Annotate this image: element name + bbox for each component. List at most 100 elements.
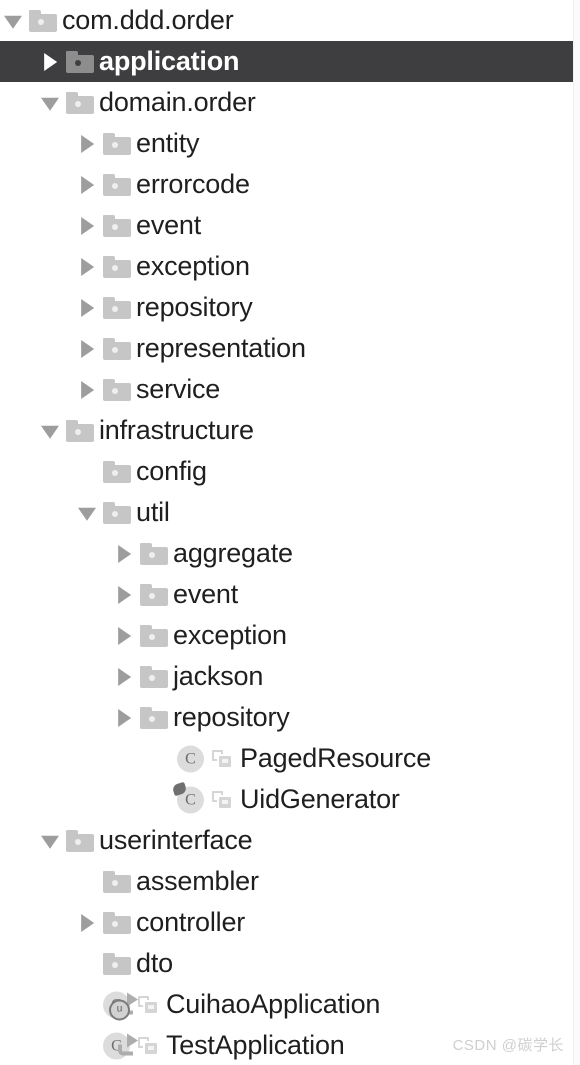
- package-private-marker-wrap: [134, 984, 164, 1025]
- toggle-triangle: [81, 339, 95, 358]
- chevron-down-icon[interactable]: [0, 0, 26, 41]
- chevron-right-icon[interactable]: [74, 164, 100, 205]
- folder-icon-wrap: [100, 902, 134, 943]
- tree-row[interactable]: assembler: [0, 861, 573, 902]
- chevron-down-icon[interactable]: [37, 410, 63, 451]
- tree-row[interactable]: Cu CuihaoApplication: [0, 984, 573, 1025]
- chevron-right-icon[interactable]: [37, 41, 63, 82]
- toggle-triangle: [81, 380, 95, 399]
- toggle-triangle: [4, 15, 22, 29]
- folder-icon: [103, 132, 131, 155]
- chevron-right-icon[interactable]: [111, 656, 137, 697]
- folder-icon-dot: [75, 428, 81, 435]
- tree-row[interactable]: repository: [0, 697, 573, 738]
- tree-row[interactable]: event: [0, 574, 573, 615]
- tree-row-label: UidGenerator: [240, 784, 400, 814]
- toggle-spacer: [74, 451, 100, 492]
- tree-row[interactable]: userinterface: [0, 820, 573, 861]
- folder-icon-wrap: [137, 533, 171, 574]
- tree-row-label: jackson: [173, 661, 264, 691]
- tree-row-label: userinterface: [99, 825, 253, 855]
- tree-row-label: errorcode: [136, 169, 250, 199]
- toggle-triangle: [81, 134, 95, 153]
- chevron-right-icon[interactable]: [111, 533, 137, 574]
- chevron-right-icon[interactable]: [111, 697, 137, 738]
- tree-row[interactable]: C PagedResource: [0, 738, 573, 779]
- project-tree-panel[interactable]: com.ddd.order application domain.order enti…: [0, 0, 580, 1065]
- package-private-marker-icon: [138, 995, 158, 1014]
- folder-icon-dot: [112, 879, 118, 886]
- tree-row[interactable]: repository: [0, 287, 573, 328]
- tree-row[interactable]: entity: [0, 123, 573, 164]
- folder-icon-dot: [112, 305, 118, 312]
- folder-icon-dot: [38, 18, 44, 25]
- folder-icon-wrap: [100, 246, 134, 287]
- toggle-triangle: [118, 626, 132, 645]
- tree-row-label: event: [136, 210, 202, 240]
- tree-row[interactable]: util: [0, 492, 573, 533]
- tree-row[interactable]: C UidGenerator: [0, 779, 573, 820]
- toggle-triangle: [81, 913, 95, 932]
- chevron-right-icon[interactable]: [74, 369, 100, 410]
- folder-icon: [140, 665, 168, 688]
- tree-row-label: config: [136, 456, 207, 486]
- chevron-right-icon[interactable]: [111, 574, 137, 615]
- tree-row[interactable]: infrastructure: [0, 410, 573, 451]
- tree-row-label: service: [136, 374, 221, 404]
- folder-icon: [103, 337, 131, 360]
- chevron-right-icon[interactable]: [111, 615, 137, 656]
- chevron-right-icon[interactable]: [74, 287, 100, 328]
- tree-row[interactable]: application: [0, 41, 573, 82]
- tree-row[interactable]: com.ddd.order: [0, 0, 573, 41]
- folder-icon-dot: [112, 346, 118, 353]
- chevron-down-icon[interactable]: [74, 492, 100, 533]
- tree-row-label: representation: [136, 333, 306, 363]
- tree-row[interactable]: event: [0, 205, 573, 246]
- chevron-right-icon[interactable]: [74, 123, 100, 164]
- folder-icon-wrap: [137, 656, 171, 697]
- java-class-abstract-icon: C: [171, 781, 204, 813]
- folder-icon: [66, 419, 94, 442]
- chevron-right-icon[interactable]: [74, 328, 100, 369]
- folder-icon: [140, 706, 168, 729]
- chevron-down-icon[interactable]: [37, 820, 63, 861]
- panel-right-edge: [573, 0, 580, 1065]
- folder-icon-wrap: [100, 861, 134, 902]
- tree-row[interactable]: jackson: [0, 656, 573, 697]
- tree-row-label: event: [173, 579, 239, 609]
- tree-row-label: domain.order: [99, 87, 256, 117]
- chevron-right-icon[interactable]: [74, 246, 100, 287]
- folder-icon: [140, 624, 168, 647]
- folder-icon: [103, 460, 131, 483]
- tree-row[interactable]: controller: [0, 902, 573, 943]
- folder-icon-dot: [149, 633, 155, 640]
- chevron-right-icon[interactable]: [74, 205, 100, 246]
- tree-row-label: infrastructure: [99, 415, 254, 445]
- tree-row[interactable]: exception: [0, 615, 573, 656]
- folder-icon-dot: [112, 961, 118, 968]
- folder-icon: [140, 583, 168, 606]
- folder-icon-dot: [112, 264, 118, 271]
- tree-row[interactable]: exception: [0, 246, 573, 287]
- tree-row[interactable]: config: [0, 451, 573, 492]
- chevron-down-icon[interactable]: [37, 82, 63, 123]
- tree-row[interactable]: representation: [0, 328, 573, 369]
- tree-row[interactable]: domain.order: [0, 82, 573, 123]
- tree-row[interactable]: aggregate: [0, 533, 573, 574]
- tree-row[interactable]: errorcode: [0, 164, 573, 205]
- tree-row-label: PagedResource: [240, 743, 432, 773]
- toggle-triangle: [81, 175, 95, 194]
- toggle-triangle: [118, 667, 132, 686]
- folder-icon-dot: [149, 715, 155, 722]
- folder-icon: [103, 501, 131, 524]
- folder-icon-dot: [112, 920, 118, 927]
- tree-row[interactable]: dto: [0, 943, 573, 984]
- folder-icon-wrap: [100, 287, 134, 328]
- folder-icon-wrap: [63, 820, 97, 861]
- spring-boot-badge-icon: u: [109, 999, 130, 1020]
- tree-row[interactable]: service: [0, 369, 573, 410]
- folder-icon: [29, 9, 57, 32]
- folder-icon-dot: [149, 551, 155, 558]
- folder-icon-dot: [75, 100, 81, 107]
- chevron-right-icon[interactable]: [74, 902, 100, 943]
